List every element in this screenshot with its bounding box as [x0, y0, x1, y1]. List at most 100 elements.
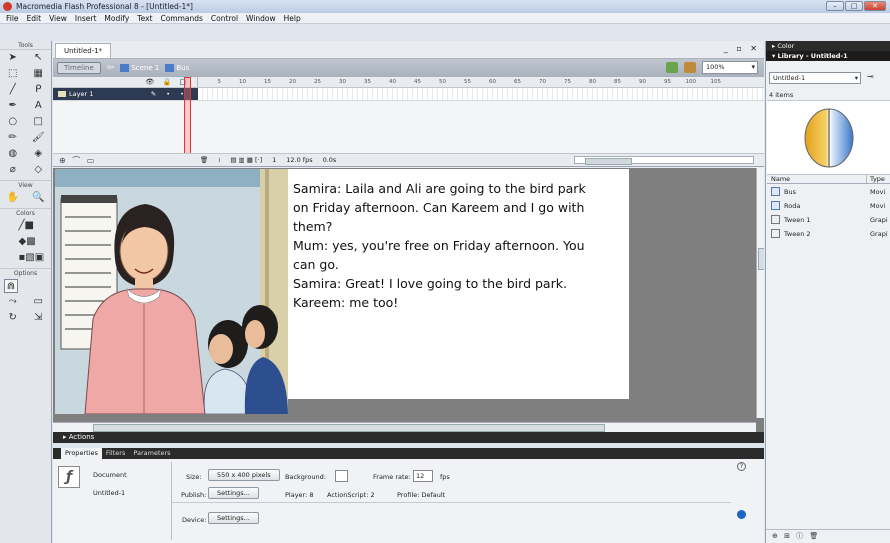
document-window-controls[interactable]: _ ▫ ✕ — [724, 44, 760, 53]
playhead[interactable] — [184, 77, 191, 155]
window-controls: – □ ✕ — [826, 1, 886, 11]
layer-visibility-lock-outline-icons[interactable]: 👁 🔒 □ — [145, 78, 189, 86]
layer-state-icons[interactable]: ✎ • • — [151, 88, 188, 101]
rotate-option-icon[interactable]: ↻ — [6, 311, 20, 325]
zoom-tool-icon[interactable]: 🔍 — [31, 191, 45, 205]
frame-number: 90 — [639, 79, 646, 85]
free-transform-tool-icon[interactable]: ⬚ — [6, 67, 20, 81]
edit-scene-icon[interactable] — [666, 62, 678, 73]
publish-settings-button[interactable]: Settings... — [208, 487, 259, 499]
selection-tool-icon[interactable]: ➤ — [6, 51, 20, 65]
oval-tool-icon[interactable]: ○ — [6, 115, 20, 129]
layer-row[interactable]: Layer 1 ✎ • • — [53, 88, 764, 101]
smooth-option-icon[interactable]: ⤳ — [6, 295, 20, 309]
line-tool-icon[interactable]: ╱ — [6, 83, 20, 97]
onion-skin-icons[interactable]: ▤ ▥ ▦ [·] — [228, 156, 264, 164]
frame-number: 5 — [217, 79, 222, 85]
close-button[interactable]: ✕ — [864, 1, 886, 11]
delete-layer-icon[interactable]: 🗑 — [198, 156, 210, 164]
menu-insert[interactable]: Insert — [71, 14, 101, 23]
dialogue-line: Mum: yes, you're free on Friday afternoo… — [293, 238, 585, 253]
library-item[interactable]: Tween 2 Grapi — [767, 228, 890, 240]
fill-transform-tool-icon[interactable]: ▦ — [31, 67, 45, 81]
snap-to-objects-icon[interactable]: ⋒ — [4, 279, 18, 293]
column-type[interactable]: Type — [867, 174, 885, 183]
timeline-horizontal-scrollbar[interactable] — [574, 156, 754, 165]
background-label: Background: — [285, 473, 326, 481]
insert-layer-icons[interactable]: ⊕ ⌒ ▭ — [53, 155, 198, 166]
library-item[interactable]: Roda Movi — [767, 200, 890, 212]
menu-edit[interactable]: Edit — [23, 14, 46, 23]
document-tab[interactable]: Untitled-1* — [55, 43, 112, 58]
library-item[interactable]: Bus Movi — [767, 186, 890, 198]
document-size-button[interactable]: 550 x 400 pixels — [208, 469, 280, 481]
document-icon: ƒ — [58, 466, 80, 488]
tab-parameters[interactable]: Parameters — [129, 448, 174, 459]
menu-file[interactable]: File — [2, 14, 23, 23]
breadcrumb-symbol[interactable]: Bus — [165, 64, 189, 72]
menu-text[interactable]: Text — [133, 14, 156, 23]
menu-modify[interactable]: Modify — [100, 14, 133, 23]
column-name[interactable]: Name — [767, 174, 867, 183]
device-settings-button[interactable]: Settings... — [208, 512, 259, 524]
maximize-button[interactable]: □ — [845, 1, 863, 11]
frame-cells[interactable] — [198, 88, 764, 100]
rectangle-tool-icon[interactable]: □ — [31, 115, 45, 129]
breadcrumb-scene[interactable]: Scene 1 — [120, 64, 159, 72]
minimize-button[interactable]: – — [826, 1, 844, 11]
eyedropper-tool-icon[interactable]: ⌀ — [6, 163, 20, 177]
pencil-tool-icon[interactable]: ✏ — [6, 131, 20, 145]
frame-ruler[interactable]: 5 10 15 20 25 30 35 40 45 50 55 60 65 70 75 80 85 90 95 100… — [198, 77, 764, 87]
stage-horizontal-scrollbar[interactable] — [53, 422, 756, 432]
menu-control[interactable]: Control — [207, 14, 242, 23]
tab-properties[interactable]: Properties — [61, 448, 102, 459]
eraser-tool-icon[interactable]: ◇ — [31, 163, 45, 177]
hand-tool-icon[interactable]: ✋ — [6, 191, 20, 205]
zoom-select[interactable]: 100% — [702, 61, 758, 74]
actions-panel-header[interactable]: ▸ Actions — [53, 432, 764, 443]
fps-label: fps — [440, 473, 450, 481]
fill-color-icon[interactable]: ◆▩ — [19, 235, 36, 249]
menu-window[interactable]: Window — [242, 14, 280, 23]
menu-view[interactable]: View — [45, 14, 71, 23]
text-tool-icon[interactable]: A — [31, 99, 45, 113]
stage-vertical-scrollbar[interactable] — [756, 168, 764, 418]
paint-bucket-tool-icon[interactable]: ◈ — [31, 147, 45, 161]
brush-tool-icon[interactable]: 🖌 — [31, 131, 45, 145]
scale-option-icon[interactable]: ⇲ — [31, 311, 45, 325]
stroke-color-icon[interactable]: ╱■ — [19, 219, 34, 233]
pen-tool-icon[interactable]: ✒ — [6, 99, 20, 113]
illustration-mother-and-children[interactable] — [55, 169, 288, 414]
library-panel-header[interactable]: ▾ Library - Untitled-1 — [766, 51, 890, 61]
library-footer-icons[interactable]: ⊕ ⊞ ⓘ 🗑 — [766, 529, 890, 543]
edit-symbols-icon[interactable] — [684, 62, 696, 73]
help-icon[interactable]: ? — [737, 462, 746, 471]
menu-help[interactable]: Help — [280, 14, 305, 23]
lasso-tool-icon[interactable]: ᑭ — [31, 83, 45, 97]
frame-number: 30 — [339, 79, 346, 85]
properties-tabs: Properties Filters Parameters — [53, 448, 764, 459]
back-arrow-icon[interactable]: ⇦ — [107, 63, 115, 73]
timeline-toggle-button[interactable]: Timeline — [57, 62, 101, 74]
stage-area[interactable]: Samira: Laila and Ali are going to the b… — [53, 168, 764, 432]
library-item[interactable]: Tween 1 Grapi — [767, 214, 890, 226]
tab-filters[interactable]: Filters — [102, 448, 129, 459]
stage[interactable]: Samira: Laila and Ali are going to the b… — [55, 169, 629, 414]
info-icon[interactable] — [737, 510, 746, 519]
background-color-swatch[interactable] — [335, 470, 348, 482]
layer-name: Layer 1 — [69, 90, 94, 98]
library-document-select[interactable]: Untitled-1 — [769, 72, 861, 84]
pin-library-icon[interactable]: ⊸ — [867, 72, 874, 81]
ink-bottle-tool-icon[interactable]: ◍ — [6, 147, 20, 161]
subselection-tool-icon[interactable]: ↖ — [31, 51, 45, 65]
library-preview — [767, 100, 890, 175]
menu-commands[interactable]: Commands — [156, 14, 206, 23]
swap-colors-icon[interactable]: ▪▧▣ — [19, 251, 45, 265]
color-panel-header[interactable]: ▸ Color — [766, 41, 890, 51]
frame-rate-input[interactable]: 12 — [413, 470, 433, 482]
library-columns: Name Type — [767, 174, 890, 184]
dialogue-text[interactable]: Samira: Laila and Ali are going to the b… — [293, 179, 623, 312]
center-frame-icon[interactable]: ⁞ — [216, 156, 222, 164]
tools-panel: Tools ➤ ↖ ⬚ ▦ ╱ ᑭ ✒ A ○ □ ✏ 🖌 ◍ ◈ ⌀ ◇ Vi… — [0, 41, 52, 543]
straighten-option-icon[interactable]: ▭ — [31, 295, 45, 309]
